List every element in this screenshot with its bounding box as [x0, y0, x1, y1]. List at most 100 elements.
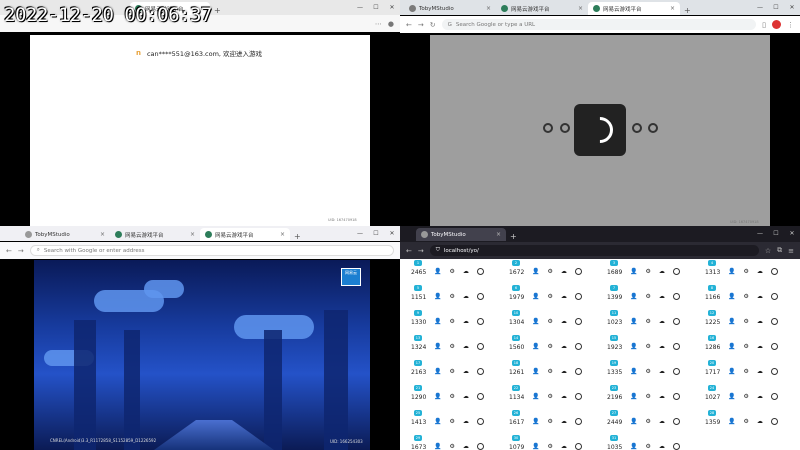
forward-icon[interactable]: → — [18, 247, 24, 255]
new-tab-icon[interactable]: + — [290, 232, 305, 241]
key-icon[interactable]: ⚙ — [743, 343, 748, 350]
more-icon[interactable]: ⋯ — [375, 20, 382, 28]
select-radio[interactable] — [574, 443, 582, 450]
select-radio[interactable] — [672, 393, 680, 400]
cloud-upload-icon[interactable]: ☁ — [757, 318, 763, 325]
select-radio[interactable] — [770, 293, 778, 300]
select-radio[interactable] — [672, 368, 680, 375]
cloud-upload-icon[interactable]: ☁ — [659, 343, 665, 350]
user-icon[interactable]: 👤 — [728, 418, 735, 425]
user-icon[interactable]: 👤 — [532, 418, 539, 425]
cloud-upload-icon[interactable]: ☁ — [561, 393, 567, 400]
select-radio[interactable] — [476, 393, 484, 400]
user-icon[interactable]: 👤 — [728, 343, 735, 350]
key-icon[interactable]: ⚙ — [645, 443, 650, 450]
key-icon[interactable]: ⚙ — [547, 343, 552, 350]
cloud-upload-icon[interactable]: ☁ — [561, 268, 567, 275]
select-radio[interactable] — [574, 268, 582, 275]
user-icon[interactable]: 👤 — [532, 318, 539, 325]
forward-icon[interactable]: → — [418, 247, 424, 255]
user-icon[interactable]: 👤 — [728, 268, 735, 275]
back-icon[interactable]: ← — [6, 247, 12, 255]
user-icon[interactable]: 👤 — [630, 343, 637, 350]
cloud-upload-icon[interactable]: ☁ — [463, 318, 469, 325]
tab-tobymstudio[interactable]: TobyMStudio × — [416, 228, 506, 241]
key-icon[interactable]: ⚙ — [645, 343, 650, 350]
close-icon[interactable]: × — [574, 5, 583, 12]
new-tab-icon[interactable]: + — [506, 232, 521, 241]
user-icon[interactable]: 👤 — [630, 393, 637, 400]
cloud-upload-icon[interactable]: ☁ — [561, 293, 567, 300]
key-icon[interactable]: ⚙ — [449, 443, 454, 450]
tab-netease-1[interactable]: 网易云游戏平台 × — [110, 228, 200, 241]
key-icon[interactable]: ⚙ — [547, 318, 552, 325]
user-icon[interactable]: 👤 — [434, 293, 441, 300]
user-icon[interactable]: 👤 — [532, 293, 539, 300]
sidebar-icon[interactable]: ▯ — [762, 21, 766, 29]
maximize-icon[interactable]: ☐ — [368, 226, 384, 241]
select-radio[interactable] — [672, 293, 680, 300]
select-radio[interactable] — [672, 443, 680, 450]
user-icon[interactable]: 👤 — [434, 418, 441, 425]
key-icon[interactable]: ⚙ — [547, 443, 552, 450]
cloud-upload-icon[interactable]: ☁ — [463, 393, 469, 400]
key-icon[interactable]: ⚙ — [547, 268, 552, 275]
key-icon[interactable]: ⚙ — [449, 318, 454, 325]
cloud-upload-icon[interactable]: ☁ — [757, 418, 763, 425]
key-icon[interactable]: ⚙ — [743, 268, 748, 275]
user-icon[interactable]: 👤 — [532, 443, 539, 450]
cloud-upload-icon[interactable]: ☁ — [561, 368, 567, 375]
maximize-icon[interactable]: ☐ — [768, 226, 784, 241]
key-icon[interactable]: ⚙ — [645, 293, 650, 300]
minimize-icon[interactable]: — — [352, 226, 368, 241]
select-radio[interactable] — [476, 443, 484, 450]
select-radio[interactable] — [672, 318, 680, 325]
key-icon[interactable]: ⚙ — [645, 393, 650, 400]
cloud-upload-icon[interactable]: ☁ — [757, 268, 763, 275]
close-icon[interactable]: × — [492, 231, 501, 238]
close-icon[interactable]: × — [276, 231, 285, 238]
select-radio[interactable] — [476, 318, 484, 325]
user-icon[interactable]: 👤 — [434, 368, 441, 375]
select-radio[interactable] — [476, 268, 484, 275]
select-radio[interactable] — [770, 418, 778, 425]
cloud-upload-icon[interactable]: ☁ — [463, 368, 469, 375]
user-icon[interactable]: 👤 — [532, 268, 539, 275]
tab-netease-2[interactable]: 网易云游戏平台 × — [200, 228, 290, 241]
tab-netease-1[interactable]: 网易云游戏平台 × — [496, 2, 588, 15]
select-radio[interactable] — [476, 343, 484, 350]
select-radio[interactable] — [672, 343, 680, 350]
select-radio[interactable] — [476, 418, 484, 425]
new-tab-icon[interactable]: + — [680, 6, 695, 15]
menu-icon[interactable]: ≡ — [788, 247, 794, 255]
new-tab-icon[interactable]: + — [210, 6, 225, 15]
cloud-upload-icon[interactable]: ☁ — [463, 343, 469, 350]
cloud-upload-icon[interactable]: ☁ — [757, 343, 763, 350]
select-radio[interactable] — [672, 418, 680, 425]
tab-tobymstudio[interactable]: TobyMStudio × — [404, 2, 496, 15]
key-icon[interactable]: ⚙ — [645, 368, 650, 375]
user-icon[interactable]: 👤 — [630, 318, 637, 325]
reload-icon[interactable]: ↻ — [430, 21, 436, 29]
user-icon[interactable]: 👤 — [532, 368, 539, 375]
key-icon[interactable]: ⚙ — [645, 268, 650, 275]
maximize-icon[interactable]: ☐ — [768, 0, 784, 15]
user-icon[interactable]: 👤 — [434, 318, 441, 325]
select-radio[interactable] — [770, 368, 778, 375]
cloud-upload-icon[interactable]: ☁ — [561, 318, 567, 325]
key-icon[interactable]: ⚙ — [449, 418, 454, 425]
select-radio[interactable] — [574, 293, 582, 300]
key-icon[interactable]: ⚙ — [547, 293, 552, 300]
netease-badge[interactable]: 网易云 — [341, 268, 361, 286]
key-icon[interactable]: ⚙ — [743, 318, 748, 325]
key-icon[interactable]: ⚙ — [743, 293, 748, 300]
cloud-upload-icon[interactable]: ☁ — [463, 268, 469, 275]
user-icon[interactable]: 👤 — [630, 293, 637, 300]
close-window-icon[interactable]: ✕ — [384, 226, 400, 241]
user-icon[interactable]: 👤 — [728, 318, 735, 325]
cloud-upload-icon[interactable]: ☁ — [659, 318, 665, 325]
back-icon[interactable]: ← — [406, 21, 412, 29]
cloud-upload-icon[interactable]: ☁ — [561, 418, 567, 425]
user-icon[interactable]: 👤 — [434, 268, 441, 275]
select-radio[interactable] — [574, 343, 582, 350]
